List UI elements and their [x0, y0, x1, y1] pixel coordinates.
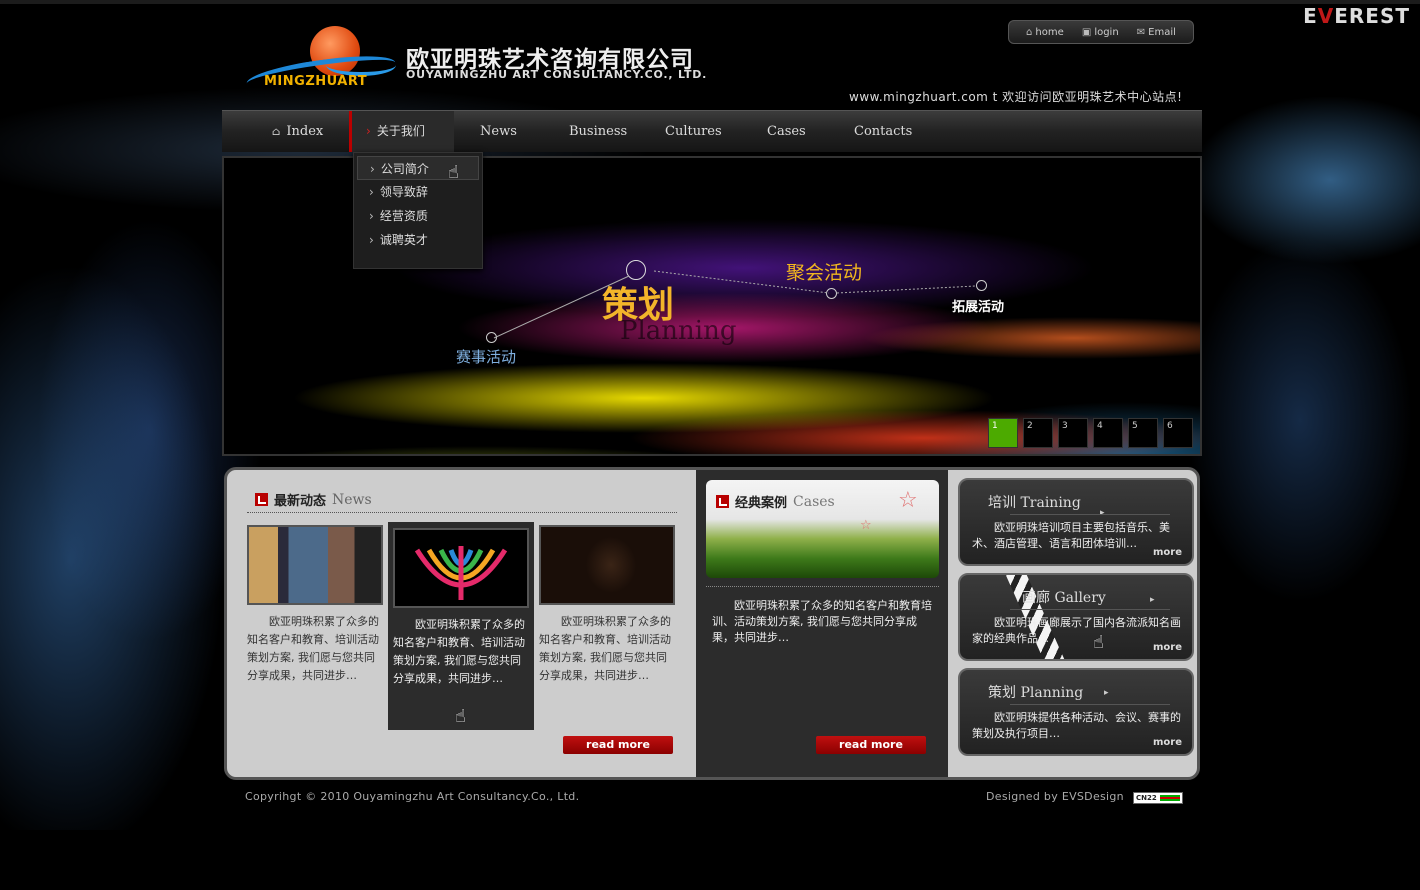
banner-page-button[interactable]: 1 — [988, 418, 1018, 448]
home-icon: ⌂ — [1026, 26, 1033, 38]
banner-page-button[interactable]: 4 — [1093, 418, 1123, 448]
login-link[interactable]: ▣ login — [1082, 27, 1119, 38]
news-card[interactable]: 欧亚明珠积累了众多的知名客户和教育、培训活动策划方案, 我们愿与您共同分享成果，… — [247, 525, 385, 685]
training-more-link[interactable]: more — [1153, 547, 1182, 558]
chevron-right-icon: › — [369, 209, 374, 223]
news-card-text: 欧亚明珠积累了众多的知名客户和教育、培训活动策划方案, 我们愿与您共同分享成果，… — [393, 618, 525, 685]
banner-label-events: 赛事活动 — [456, 348, 517, 366]
news-read-more-button[interactable]: read more — [563, 736, 673, 754]
news-card[interactable]: 欧亚明珠积累了众多的知名客户和教育、培训活动策划方案, 我们愿与您共同分享成果，… — [539, 525, 677, 685]
planning-more-link[interactable]: more — [1153, 737, 1182, 748]
nav-news[interactable]: News — [480, 111, 517, 152]
main-nav: ⌂ Index › 关于我们 News Business Cultures Case… — [222, 110, 1202, 152]
cases-divider — [706, 586, 939, 587]
cases-section: ☆ ☆ 经典案例 Cases 欧亚明珠积累了众多的知名客户和教育培训、活动策划方… — [696, 470, 948, 777]
logo-name: MINGZHUART — [264, 74, 368, 89]
nav-cases[interactable]: Cases — [767, 111, 806, 152]
cases-section-title: 经典案例 Cases — [716, 492, 835, 511]
footer-designer[interactable]: Designed by EVSDesign — [986, 790, 1124, 803]
gallery-box[interactable]: 画廊 Gallery ▸ 欧亚明珠画廊展示了国内各流派知名画家的经典作品… mo… — [958, 573, 1194, 661]
logo-swoosh-icon — [326, 54, 396, 76]
content-panel: 最新动态 News 欧亚明珠积累了众多的知名客户和教育、培训活动策划方案, 我们… — [224, 467, 1200, 780]
chevron-right-icon: › — [366, 124, 371, 138]
star-icon: ☆ — [898, 488, 918, 513]
banner-label-party: 聚会活动 — [786, 262, 863, 284]
page-bottom-area — [0, 830, 1420, 890]
hand-cursor-icon: ☝ — [448, 162, 459, 183]
top-links-bar: ⌂ home ▣ login ✉ Email — [1008, 20, 1194, 44]
news-thumbnail[interactable] — [393, 528, 529, 608]
footer-copyright: Copyrihgt © 2010 Ouyamingzhu Art Consult… — [245, 790, 580, 803]
box-divider — [1010, 609, 1170, 610]
cases-text: 欧亚明珠积累了众多的知名客户和教育培训、活动策划方案, 我们愿与您共同分享成果，… — [712, 599, 932, 644]
planning-title: 策划 Planning — [988, 685, 1084, 701]
email-link[interactable]: ✉ Email — [1137, 27, 1176, 38]
news-card-text: 欧亚明珠积累了众多的知名客户和教育、培训活动策划方案, 我们愿与您共同分享成果，… — [539, 615, 671, 682]
nav-index[interactable]: ⌂ Index — [272, 111, 323, 152]
page: EVEREST MINGZHUART 欧亚明珠艺术咨询有限公司 OUYAMING… — [0, 0, 1420, 890]
top-border — [0, 0, 1420, 4]
training-box[interactable]: 培训 Training ▸ 欧亚明珠培训项目主要包括音乐、美术、酒店管理、语言和… — [958, 478, 1194, 566]
welcome-text: www.mingzhuart.com t 欢迎访问欧亚明珠艺术中心站点! — [849, 90, 1183, 104]
mail-icon: ✉ — [1136, 26, 1146, 38]
banner-headline-en: Planning — [620, 316, 737, 346]
login-icon: ▣ — [1081, 26, 1092, 38]
nav-business[interactable]: Business — [569, 111, 627, 152]
cases-read-more-button[interactable]: read more — [816, 736, 926, 754]
arrow-right-icon: ▸ — [1104, 688, 1109, 698]
hand-cursor-icon: ☝ — [455, 706, 466, 727]
planning-box[interactable]: 策划 Planning ▸ 欧亚明珠提供各种活动、会议、赛事的策划及执行项目… … — [958, 668, 1194, 756]
arrow-right-icon: ▸ — [1150, 595, 1155, 605]
box-divider — [1010, 704, 1170, 705]
about-dropdown-menu: › 公司简介 › 领导致辞 › 经营资质 › 诚聘英才 — [353, 152, 483, 269]
box-divider — [1010, 514, 1170, 515]
cn-badge[interactable]: CN22 — [1133, 792, 1183, 804]
news-thumbnail[interactable] — [247, 525, 383, 605]
dropdown-item-message[interactable]: › 领导致辞 — [357, 180, 479, 204]
news-card-text: 欧亚明珠积累了众多的知名客户和教育、培训活动策划方案, 我们愿与您共同分享成果，… — [247, 615, 379, 682]
news-divider — [247, 512, 677, 513]
banner-page-button[interactable]: 3 — [1058, 418, 1088, 448]
menorah-image — [414, 546, 508, 600]
chevron-right-icon: › — [370, 162, 375, 176]
nav-cultures[interactable]: Cultures — [665, 111, 722, 152]
nav-contacts[interactable]: Contacts — [854, 111, 912, 152]
banner-page-button[interactable]: 5 — [1128, 418, 1158, 448]
banner-pager: 1 2 3 4 5 6 — [988, 418, 1193, 448]
company-name-en: OUYAMINGZHU ART CONSULTANCY.CO., LTD. — [406, 68, 708, 81]
banner-page-button[interactable]: 6 — [1163, 418, 1193, 448]
chevron-right-icon: › — [369, 185, 374, 199]
training-text: 欧亚明珠培训项目主要包括音乐、美术、酒店管理、语言和团体培训… — [972, 521, 1170, 550]
gallery-text: 欧亚明珠画廊展示了国内各流派知名画家的经典作品… — [972, 616, 1181, 645]
site-logo[interactable]: MINGZHUART — [244, 24, 406, 97]
hand-cursor-icon: ☝ — [1093, 632, 1104, 653]
banner-page-button[interactable]: 2 — [1023, 418, 1053, 448]
section-bullet-icon — [255, 493, 268, 506]
news-card[interactable]: 欧亚明珠积累了众多的知名客户和教育、培训活动策划方案, 我们愿与您共同分享成果，… — [388, 522, 534, 730]
gallery-more-link[interactable]: more — [1153, 642, 1182, 653]
news-section-title: 最新动态 News — [255, 490, 372, 509]
banner-label-outreach: 拓展活动 — [952, 300, 1005, 315]
dropdown-item-qualifications[interactable]: › 经营资质 — [357, 204, 479, 228]
dropdown-item-profile[interactable]: › 公司简介 — [357, 156, 479, 180]
planning-text: 欧亚明珠提供各种活动、会议、赛事的策划及执行项目… — [972, 711, 1181, 740]
chevron-right-icon: › — [369, 233, 374, 247]
training-title: 培训 Training — [988, 495, 1081, 511]
star-icon: ☆ — [860, 518, 872, 533]
dropdown-item-careers[interactable]: › 诚聘英才 — [357, 228, 479, 252]
news-thumbnail[interactable] — [539, 525, 675, 605]
nav-about[interactable]: › 关于我们 — [349, 111, 454, 152]
section-bullet-icon — [716, 495, 729, 508]
arrow-right-icon: ▸ — [1100, 508, 1105, 518]
gallery-title: 画廊 Gallery — [1022, 590, 1106, 606]
home-icon: ⌂ — [272, 125, 281, 138]
everest-brand-mark: EVEREST — [1303, 4, 1410, 28]
home-link[interactable]: ⌂ home — [1026, 27, 1064, 38]
